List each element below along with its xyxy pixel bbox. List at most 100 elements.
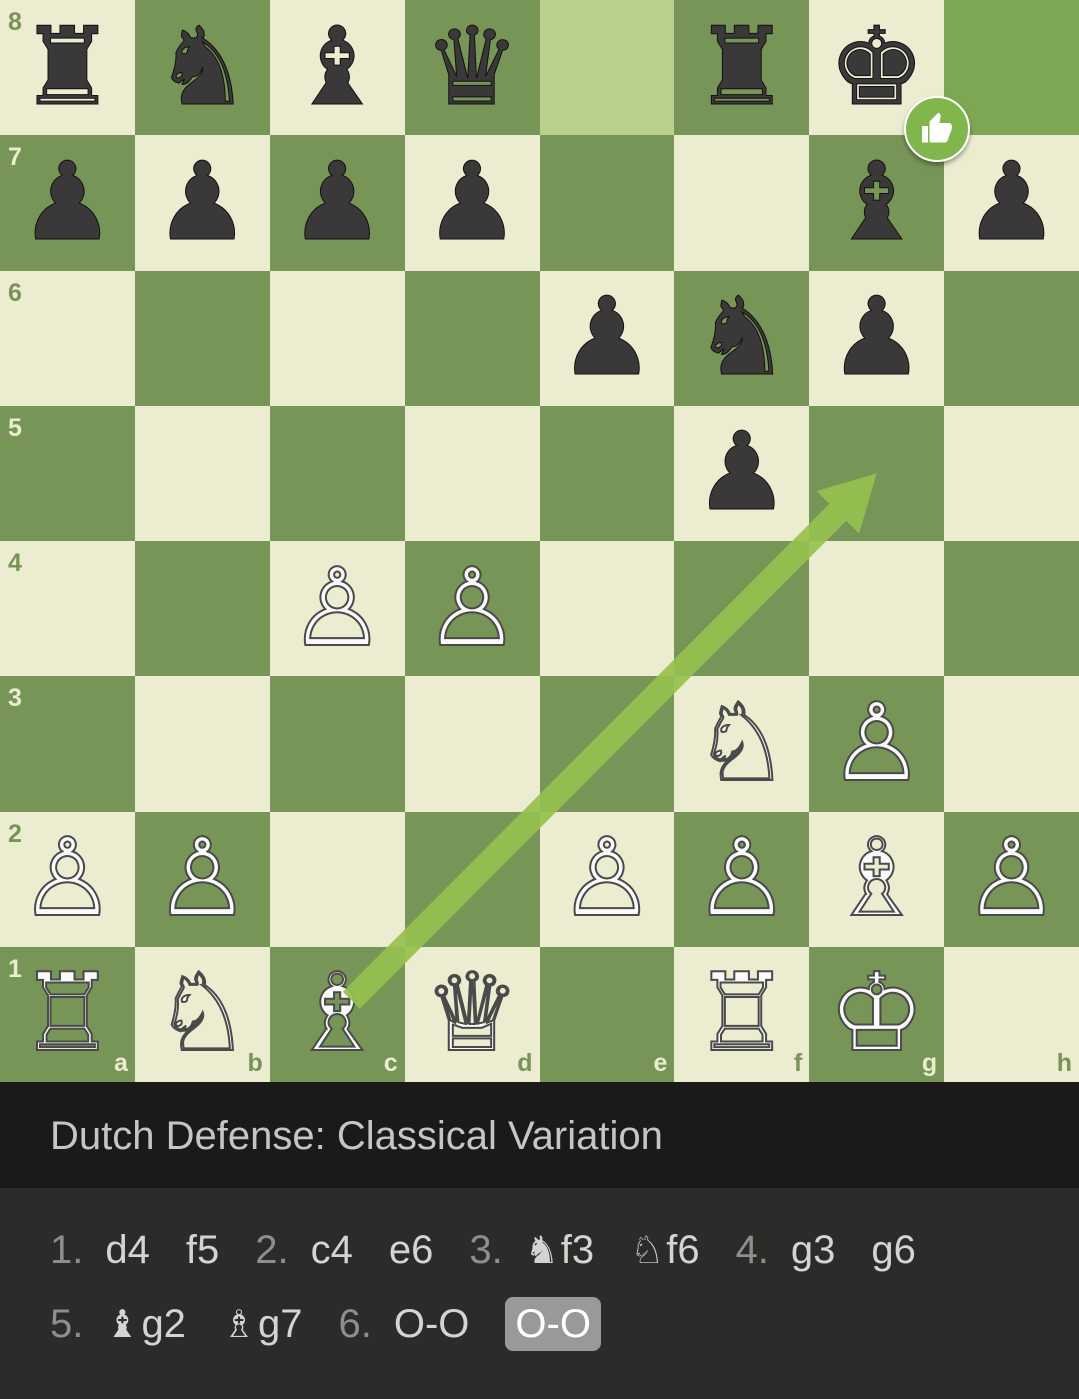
square-d5[interactable]	[404, 405, 540, 541]
square-h4[interactable]	[944, 541, 1079, 677]
move[interactable]: c4	[311, 1228, 353, 1273]
black-piece-d8[interactable]: ♛	[423, 13, 521, 122]
square-c3[interactable]	[269, 676, 405, 812]
square-h1[interactable]: h	[944, 946, 1079, 1082]
black-piece-g6[interactable]: ♟	[828, 283, 926, 392]
white-piece-g3[interactable]: ♙	[827, 688, 926, 798]
move[interactable]: ♗ g7	[222, 1302, 303, 1347]
square-f1[interactable]: f ♖	[674, 946, 810, 1082]
square-b5[interactable]	[134, 405, 270, 541]
square-a3[interactable]: 3	[0, 676, 135, 812]
square-e4[interactable]	[539, 541, 675, 677]
square-g4[interactable]	[809, 541, 945, 677]
black-piece-g8[interactable]: ♚	[828, 13, 926, 122]
white-piece-g1[interactable]: ♔	[827, 959, 926, 1069]
move[interactable]: g6	[871, 1228, 916, 1273]
square-f8[interactable]: ♜	[674, 0, 810, 136]
move[interactable]: O-O	[394, 1302, 470, 1347]
square-b3[interactable]	[134, 676, 270, 812]
square-e6[interactable]: ♟	[539, 270, 675, 406]
square-g2[interactable]: ♗	[809, 811, 945, 947]
square-b6[interactable]	[134, 270, 270, 406]
square-c4[interactable]: ♙	[269, 541, 405, 677]
white-piece-a1[interactable]: ♖	[18, 959, 117, 1069]
white-piece-c1[interactable]: ♗	[288, 959, 387, 1069]
white-piece-f3[interactable]: ♘	[692, 688, 791, 798]
square-b7[interactable]: ♟	[134, 135, 270, 271]
square-b8[interactable]: ♞	[134, 0, 270, 136]
black-piece-a8[interactable]: ♜	[19, 13, 117, 122]
black-piece-c7[interactable]: ♟	[288, 148, 386, 257]
black-piece-f6[interactable]: ♞	[693, 283, 791, 392]
square-d3[interactable]	[404, 676, 540, 812]
black-piece-b8[interactable]: ♞	[153, 13, 251, 122]
square-h5[interactable]	[944, 405, 1079, 541]
move[interactable]: e6	[389, 1228, 434, 1273]
white-piece-d4[interactable]: ♙	[423, 553, 522, 663]
square-a1[interactable]: 1 a ♖	[0, 946, 135, 1082]
black-piece-e6[interactable]: ♟	[558, 283, 656, 392]
square-d7[interactable]: ♟	[404, 135, 540, 271]
square-c8[interactable]: ♝	[269, 0, 405, 136]
square-c1[interactable]: c ♗	[269, 946, 405, 1082]
square-e8[interactable]	[539, 0, 675, 136]
black-piece-f5[interactable]: ♟	[693, 418, 791, 527]
square-a4[interactable]: 4	[0, 541, 135, 677]
square-b1[interactable]: b ♘	[134, 946, 270, 1082]
square-e2[interactable]: ♙	[539, 811, 675, 947]
square-f5[interactable]: ♟	[674, 405, 810, 541]
square-a6[interactable]: 6	[0, 270, 135, 406]
square-e7[interactable]	[539, 135, 675, 271]
square-e3[interactable]	[539, 676, 675, 812]
square-c6[interactable]	[269, 270, 405, 406]
square-h7[interactable]: ♟	[944, 135, 1079, 271]
move[interactable]: f5	[186, 1228, 219, 1273]
white-piece-g2[interactable]: ♗	[827, 824, 926, 934]
square-c2[interactable]	[269, 811, 405, 947]
black-piece-g7[interactable]: ♝	[828, 148, 926, 257]
square-d6[interactable]	[404, 270, 540, 406]
white-piece-h2[interactable]: ♙	[962, 824, 1061, 934]
black-piece-c8[interactable]: ♝	[288, 13, 386, 122]
square-a5[interactable]: 5	[0, 405, 135, 541]
white-piece-e2[interactable]: ♙	[558, 824, 657, 934]
square-h6[interactable]	[944, 270, 1079, 406]
white-piece-a2[interactable]: ♙	[18, 824, 117, 934]
white-piece-f2[interactable]: ♙	[692, 824, 791, 934]
square-a2[interactable]: 2 ♙	[0, 811, 135, 947]
square-g1[interactable]: g ♔	[809, 946, 945, 1082]
square-h2[interactable]: ♙	[944, 811, 1079, 947]
square-a7[interactable]: 7 ♟	[0, 135, 135, 271]
square-f2[interactable]: ♙	[674, 811, 810, 947]
move[interactable]: ♝ g2	[105, 1302, 186, 1347]
move[interactable]: ♘ f6	[630, 1228, 699, 1273]
white-piece-d1[interactable]: ♕	[423, 959, 522, 1069]
square-d1[interactable]: d ♕	[404, 946, 540, 1082]
square-d8[interactable]: ♛	[404, 0, 540, 136]
move[interactable]: g3	[791, 1228, 836, 1273]
white-piece-b1[interactable]: ♘	[153, 959, 252, 1069]
square-g6[interactable]: ♟	[809, 270, 945, 406]
square-f3[interactable]: ♘	[674, 676, 810, 812]
black-piece-f8[interactable]: ♜	[693, 13, 791, 122]
square-e5[interactable]	[539, 405, 675, 541]
black-piece-a7[interactable]: ♟	[19, 148, 117, 257]
chess-board[interactable]: 8 ♜ ♞ ♝ ♛ ♜ ♚ 7 ♟ ♟ ♟ ♟ ♝ ♟ 6 ♟ ♞ ♟ 5 ♟ 4 ♙ ♙ 3 ♘ ♙ 2 ♙ ♙ ♙ ♙ ♗ ♙ 1 a ♖ b ♘ c ♗…	[0, 0, 1079, 1082]
white-piece-f1[interactable]: ♖	[692, 959, 791, 1069]
square-b4[interactable]	[134, 541, 270, 677]
square-c7[interactable]: ♟	[269, 135, 405, 271]
square-f7[interactable]	[674, 135, 810, 271]
square-g3[interactable]: ♙	[809, 676, 945, 812]
square-g5[interactable]	[809, 405, 945, 541]
black-piece-b7[interactable]: ♟	[153, 148, 251, 257]
move[interactable]: ♞ f3	[525, 1228, 594, 1273]
square-e1[interactable]: e	[539, 946, 675, 1082]
square-a8[interactable]: 8 ♜	[0, 0, 135, 136]
square-f6[interactable]: ♞	[674, 270, 810, 406]
square-c5[interactable]	[269, 405, 405, 541]
square-f4[interactable]	[674, 541, 810, 677]
black-piece-h7[interactable]: ♟	[963, 148, 1061, 257]
white-piece-c4[interactable]: ♙	[288, 553, 387, 663]
square-d4[interactable]: ♙	[404, 541, 540, 677]
white-piece-b2[interactable]: ♙	[153, 824, 252, 934]
